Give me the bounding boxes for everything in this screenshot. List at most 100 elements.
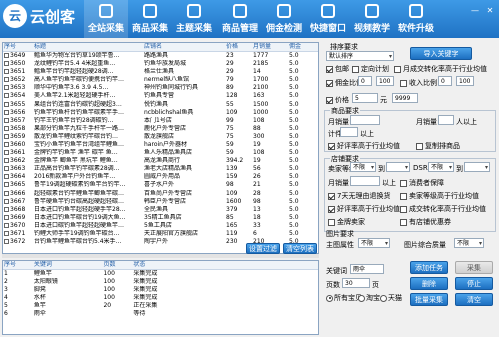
main-image-attr-select[interactable]: 不限 bbox=[358, 238, 390, 248]
keyword-input[interactable]: 雨伞 bbox=[350, 264, 384, 274]
table-row[interactable]: 3651 鳕鱼竿台钓竿超轻超硬28调… 格兰仕渔具 29 14 5.0 bbox=[3, 68, 318, 76]
col-kw-index[interactable]: 序号 bbox=[3, 261, 33, 270]
price-max-input[interactable]: 9999 bbox=[392, 93, 418, 103]
keyword-row[interactable]: 1 鲤鱼竿 100 采集完成 bbox=[3, 270, 318, 279]
row-checkbox[interactable] bbox=[4, 125, 9, 131]
nav-tab-4[interactable]: 佣金检测 bbox=[262, 0, 306, 38]
stop-button[interactable]: 停止 bbox=[455, 277, 493, 290]
taobao-radio[interactable] bbox=[358, 294, 365, 302]
row-checkbox[interactable] bbox=[4, 61, 9, 67]
table-row[interactable]: 3669 日本进口钓鱼竿碳台钓19调大鱼… 35精工鱼具店 85 18 5.0 bbox=[3, 214, 318, 222]
income-checkbox[interactable] bbox=[400, 79, 407, 87]
monthly-people-input[interactable] bbox=[438, 115, 454, 125]
keyword-table[interactable]: 序号 关键词 页数 状态 1 鲤鱼竿 100 采集完成 2 太阳眼镜 100 采集完成 3 脚凳 1… bbox=[2, 260, 319, 335]
price-min-input[interactable]: 5 bbox=[352, 93, 378, 103]
keyword-row[interactable]: 5 鱼竿 20 正在采集 bbox=[3, 302, 318, 310]
targeted-plan-checkbox[interactable] bbox=[352, 65, 359, 73]
commission-checkbox[interactable] bbox=[326, 79, 333, 87]
table-row[interactable]: 3664 2016新款渔竿户外台钓鱼竿… 圆威户外用品 159 26 5.0 bbox=[3, 173, 318, 181]
table-row[interactable]: 3668 日本进口钓鱼竿超轻超硬手竿28… 全民渔具 379 13 5.0 bbox=[3, 206, 318, 214]
shop-good-review-checkbox[interactable] bbox=[328, 205, 335, 213]
gold-seller-checkbox[interactable] bbox=[328, 218, 335, 226]
col-index[interactable]: 序号 bbox=[3, 43, 33, 52]
clear-all-button[interactable]: 清空 bbox=[455, 293, 493, 306]
row-checkbox[interactable] bbox=[4, 198, 9, 204]
row-checkbox[interactable] bbox=[4, 158, 9, 164]
row-checkbox[interactable] bbox=[4, 101, 9, 107]
sort-select[interactable]: 默认排序 bbox=[326, 51, 394, 61]
table-row[interactable]: 3670 日本进口碳钓鱼竿超轻超硬鱼竿… 5鱼工具店 165 33 5.0 bbox=[3, 222, 318, 230]
seven-day-return-checkbox[interactable] bbox=[328, 192, 335, 200]
monthly-conversion-checkbox[interactable] bbox=[394, 65, 401, 73]
shop-monthly-input[interactable] bbox=[350, 176, 380, 186]
nav-tab-5[interactable]: 快捷窗口 bbox=[306, 0, 350, 38]
nav-tab-1[interactable]: 商品采集 bbox=[128, 0, 172, 38]
table-row[interactable]: 3655 果组台钓连富台钓碳钓超硬超3… 悦钓渔具 55 1500 5.0 bbox=[3, 100, 318, 108]
income-min-input[interactable]: 0 bbox=[438, 76, 452, 86]
row-checkbox[interactable] bbox=[4, 182, 9, 188]
product-table[interactable]: 序号 标题 店铺名 价格 月销量 佣金 3649 鳕鱼华为物军台钓草19颂竿鲁… 路… bbox=[2, 42, 319, 254]
col-pages[interactable]: 页数 bbox=[102, 261, 133, 270]
monthly-sales-input[interactable] bbox=[350, 115, 380, 125]
table-row[interactable]: 3662 金牌鱼竿 鲫鱼竿 黑坑竿 鲤鱼… 高龙渔具商行 394.2 19 5.0 bbox=[3, 157, 318, 165]
table-row[interactable]: 3649 鳕鱼华为物军台钓草19颂竿鲁… 路路渔具 23 1777 5.0 bbox=[3, 52, 318, 61]
nav-tab-0[interactable]: 全站采集 bbox=[84, 0, 128, 38]
row-checkbox[interactable] bbox=[4, 93, 9, 99]
col-price[interactable]: 价格 bbox=[225, 43, 252, 52]
nav-tab-3[interactable]: 商品管理 bbox=[218, 0, 262, 38]
row-checkbox[interactable] bbox=[4, 69, 9, 75]
row-checkbox[interactable] bbox=[4, 222, 9, 228]
col-status[interactable]: 状态 bbox=[132, 261, 318, 270]
nav-tab-7[interactable]: 软件升级 bbox=[394, 0, 438, 38]
keyword-row[interactable]: 6 雨伞 等待 bbox=[3, 310, 318, 318]
delete-button[interactable]: 删除 bbox=[410, 277, 448, 290]
row-checkbox[interactable] bbox=[4, 109, 9, 115]
shop-coupon-checkbox[interactable] bbox=[400, 218, 407, 226]
table-row[interactable]: 3661 金牌钓竿钓鱼竿 渔竿 碳竿 鱼… 鱼人乐精品渔具店 59 108 5.0 bbox=[3, 149, 318, 157]
row-checkbox[interactable] bbox=[4, 141, 9, 147]
seller-level-select[interactable]: 不限 bbox=[350, 162, 376, 172]
row-checkbox[interactable] bbox=[4, 214, 9, 220]
free-shipping-checkbox[interactable] bbox=[326, 65, 333, 73]
row-checkbox[interactable] bbox=[4, 166, 9, 172]
import-keyword-button[interactable]: 导入关键字 bbox=[410, 47, 472, 60]
batch-collect-button[interactable]: 批量采集 bbox=[410, 293, 448, 306]
seller-level-above-checkbox[interactable] bbox=[400, 192, 407, 200]
row-checkbox[interactable] bbox=[4, 117, 9, 123]
row-checkbox[interactable] bbox=[4, 133, 9, 139]
table-row[interactable]: 3663 正品高台钓鱼竿钓竿碳素28调… 渔老大店精品渔具 139 56 5.0 bbox=[3, 165, 318, 173]
seller-level-to-select[interactable] bbox=[386, 162, 410, 172]
commission-max-input[interactable]: 100 bbox=[376, 76, 394, 86]
table-row[interactable]: 3665 鲁竿19调超硬碳素钓鱼竿台钓竿… 喜子水户外 98 21 5.0 bbox=[3, 181, 318, 189]
exclude-copy-checkbox[interactable] bbox=[416, 142, 423, 150]
clear-list-button[interactable]: 清空列表 bbox=[283, 243, 317, 254]
filter-settings-button[interactable]: 设置过滤 bbox=[246, 243, 280, 254]
dsr-select[interactable]: 不限 bbox=[428, 162, 454, 172]
pages-input[interactable]: 30 bbox=[342, 278, 370, 288]
row-checkbox[interactable] bbox=[4, 53, 9, 58]
horizontal-scrollbar[interactable] bbox=[2, 254, 319, 258]
nav-tab-6[interactable]: 视频教学 bbox=[350, 0, 394, 38]
row-checkbox[interactable] bbox=[4, 239, 9, 245]
table-row[interactable]: 3659 散龙钓鱼竿鲤纹索钓竿碳台钓… 散龙旗舰店 75 300 5.0 bbox=[3, 133, 318, 141]
col-title[interactable]: 标题 bbox=[33, 43, 143, 52]
consumer-protection-checkbox[interactable] bbox=[400, 179, 407, 187]
keyword-row[interactable]: 2 太阳眼镜 100 采集完成 bbox=[3, 278, 318, 286]
tmall-radio[interactable] bbox=[380, 294, 387, 302]
minimize-icon[interactable]: — bbox=[470, 6, 480, 16]
row-checkbox[interactable] bbox=[4, 206, 9, 212]
count-input[interactable] bbox=[340, 127, 358, 137]
table-row[interactable]: 3658 果部分钓鱼竿九粒千手杆竿一路… 鹿化户外专营店 75 88 5.0 bbox=[3, 125, 318, 133]
table-row[interactable]: 3650 龙纹鲤钓竿台5.4 4米超重鱼… 钓鱼华族发局城 29 2185 5.0 bbox=[3, 60, 318, 68]
table-row[interactable]: 3653 顺华中钓鱼竿3.6 3.9 4.5… 神州钓鱼同城行钓具 89 2100 5.0 bbox=[3, 84, 318, 92]
all-items-radio[interactable] bbox=[326, 294, 333, 302]
table-row[interactable]: 3666 超轻碳素台钓竿鲤鱼竿鲫鱼竿碳… 百鱼尚户外专营店 109 28 5.0 bbox=[3, 190, 318, 198]
col-commission[interactable]: 佣金 bbox=[288, 43, 318, 52]
table-row[interactable]: 3652 高人鱼竿钓鱼竿碳钓便携台钓竿… nermel纵八鱼馆 79 1700 5.0 bbox=[3, 76, 318, 84]
row-checkbox[interactable] bbox=[4, 77, 9, 83]
turnover-checkbox[interactable] bbox=[400, 205, 407, 213]
dsr-to-select[interactable] bbox=[464, 162, 490, 172]
row-checkbox[interactable] bbox=[4, 174, 9, 180]
collect-button[interactable]: 采集 bbox=[455, 261, 493, 274]
table-row[interactable]: 3654 美人鱼竿2.1米超轻超硬手杆… 钓鱼具专营 128 163 5.0 bbox=[3, 92, 318, 100]
